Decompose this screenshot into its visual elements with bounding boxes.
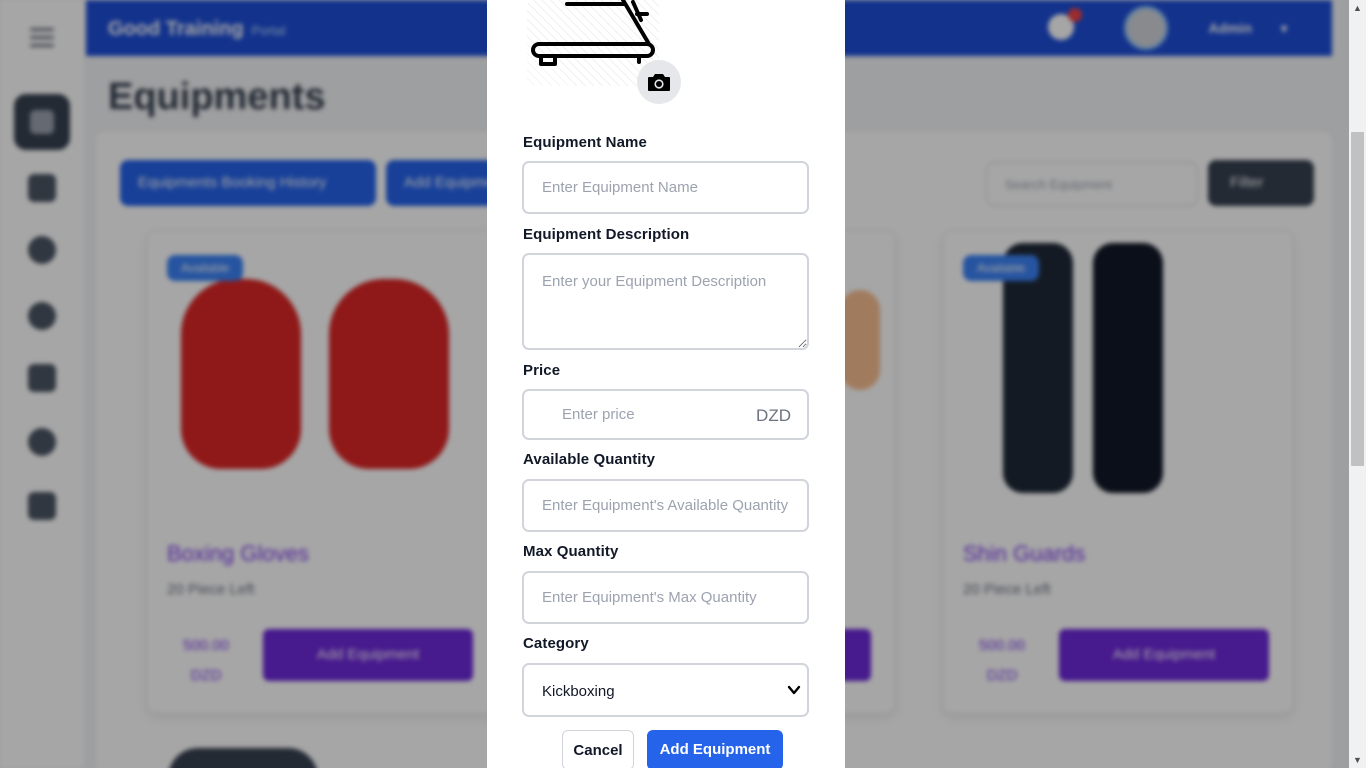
- price-input[interactable]: [562, 391, 742, 438]
- category-selected-value: Kickboxing: [542, 683, 615, 700]
- camera-icon: [648, 74, 670, 91]
- price-label: Price: [523, 362, 561, 379]
- available-quantity-label: Available Quantity: [523, 451, 656, 468]
- category-select[interactable]: Kickboxing: [522, 663, 809, 717]
- equipment-name-input[interactable]: [522, 161, 809, 214]
- add-equipment-modal: [487, 0, 845, 768]
- available-quantity-input[interactable]: [522, 479, 809, 532]
- currency-label: DZD: [756, 406, 791, 425]
- upload-image-button[interactable]: [637, 60, 681, 104]
- equipment-description-label: Equipment Description: [523, 226, 690, 243]
- price-field[interactable]: DZD: [522, 389, 809, 440]
- max-quantity-label: Max Quantity: [523, 543, 619, 560]
- category-label: Category: [523, 635, 589, 652]
- equipment-name-label: Equipment Name: [523, 134, 647, 151]
- chevron-down-icon: [787, 685, 801, 695]
- cancel-button[interactable]: Cancel: [562, 730, 634, 768]
- treadmill-icon: [531, 0, 655, 66]
- add-equipment-button[interactable]: Add Equipment: [647, 730, 783, 768]
- page-scrollbar[interactable]: ▲ ▼: [1349, 0, 1366, 768]
- max-quantity-input[interactable]: [522, 571, 809, 624]
- scroll-down-icon[interactable]: ▼: [1353, 755, 1362, 765]
- scrollbar-thumb[interactable]: [1351, 132, 1364, 466]
- equipment-description-input[interactable]: [522, 253, 809, 350]
- scroll-up-icon[interactable]: ▲: [1353, 3, 1362, 13]
